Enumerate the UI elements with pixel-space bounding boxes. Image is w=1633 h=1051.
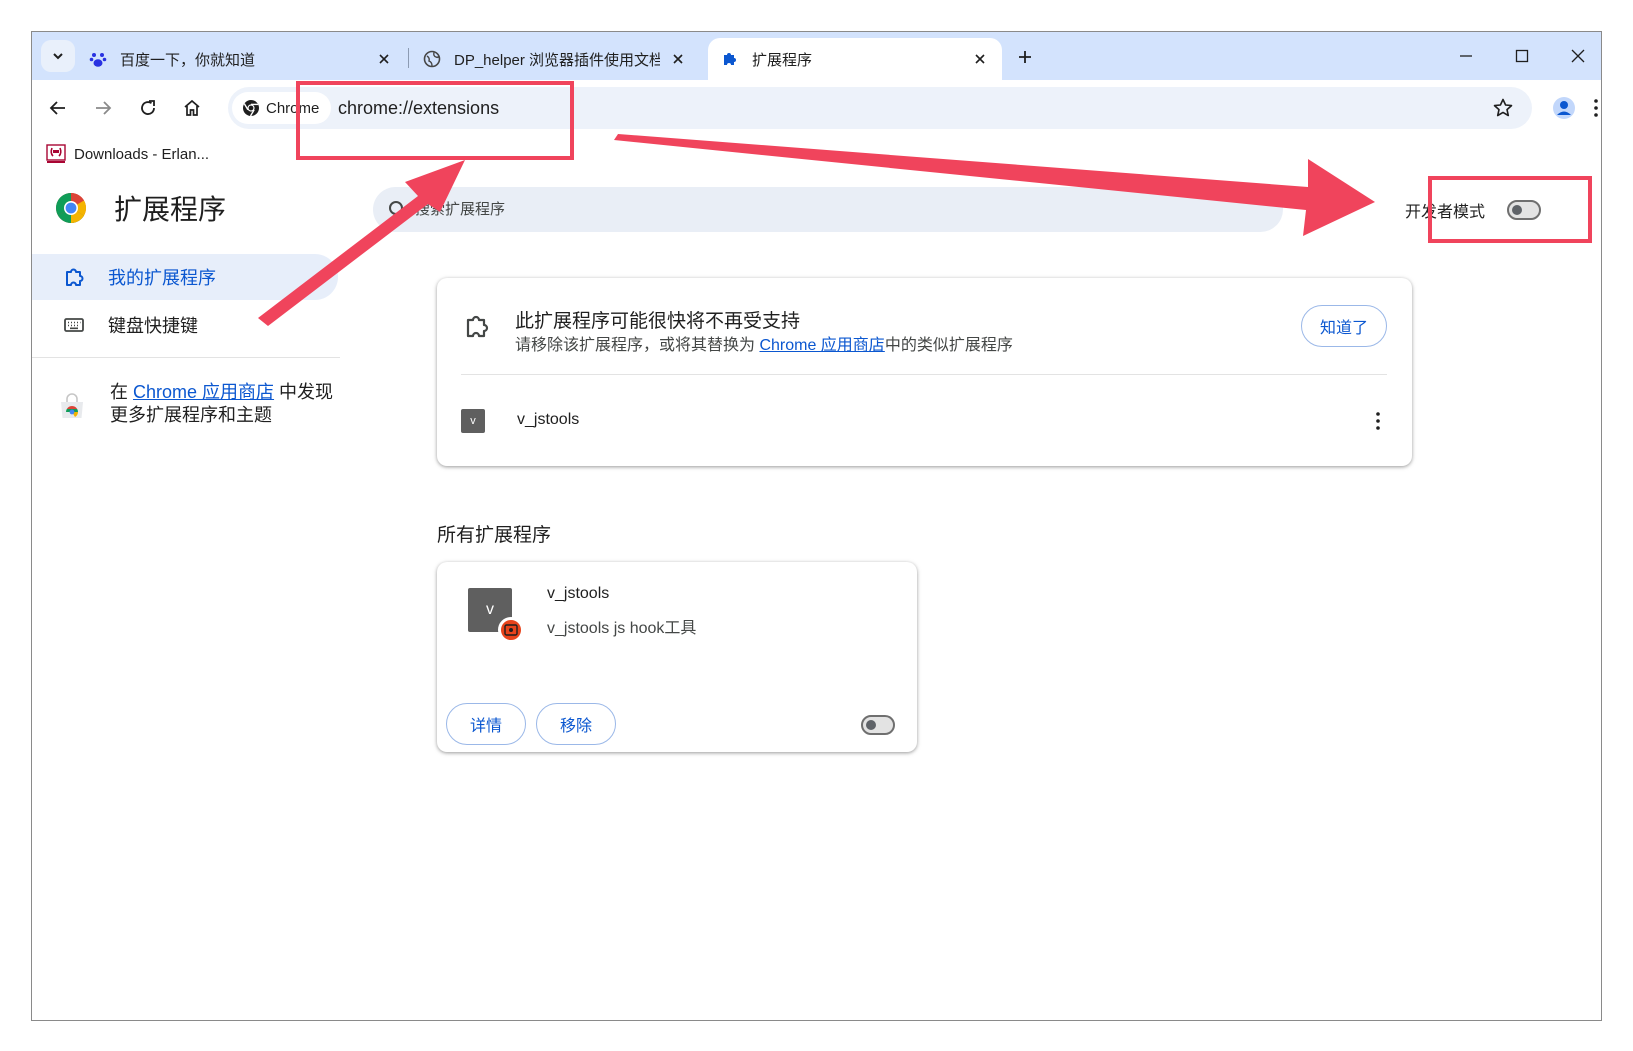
search-box[interactable] xyxy=(373,187,1283,232)
bookmark-item[interactable]: Downloads - Erlan... xyxy=(46,142,209,166)
promo-suffix: 中发现 xyxy=(274,382,334,402)
got-it-button[interactable]: 知道了 xyxy=(1301,305,1387,347)
deprecation-warning-card: 此扩展程序可能很快将不再受支持 请移除该扩展程序，或将其替换为 Chrome 应… xyxy=(437,278,1412,466)
warning-extension-name: v_jstools xyxy=(517,411,580,428)
chip-label: Chrome xyxy=(266,99,320,117)
keyboard-icon xyxy=(62,313,86,337)
warning-sub-prefix: 请移除该扩展程序，或将其替换为 xyxy=(515,337,760,354)
baidu-paw-icon xyxy=(88,49,108,69)
sidebar-item-label: 键盘快捷键 xyxy=(108,316,198,336)
search-input[interactable] xyxy=(415,201,1115,218)
tab-title: 百度一下，你就知道 xyxy=(120,51,256,69)
arrow-right-icon xyxy=(96,101,112,115)
extensions-icon xyxy=(62,265,86,289)
sidebar-item-keyboard-shortcuts[interactable]: 键盘快捷键 xyxy=(32,302,338,348)
tab-title: DP_helper 浏览器插件使用文档 xyxy=(454,51,660,69)
back-button[interactable] xyxy=(41,91,75,125)
chevron-down-icon xyxy=(53,53,63,60)
close-icon[interactable] xyxy=(374,49,394,69)
web-store-link[interactable]: Chrome 应用商店 xyxy=(759,337,884,354)
forward-button[interactable] xyxy=(86,91,120,125)
chrome-logo-icon xyxy=(55,193,87,224)
promo-prefix: 在 xyxy=(110,382,134,402)
remove-button[interactable]: 移除 xyxy=(536,703,616,745)
minimize-icon xyxy=(1460,55,1472,57)
home-button[interactable] xyxy=(175,91,209,125)
page-title: 扩展程序 xyxy=(114,194,227,225)
web-store-icon xyxy=(61,393,83,418)
address-bar[interactable]: Chrome chrome://extensions xyxy=(228,87,1532,129)
profile-button[interactable] xyxy=(1548,92,1580,124)
tab-dp-helper[interactable]: DP_helper 浏览器插件使用文档 xyxy=(410,38,700,80)
tab-baidu[interactable]: 百度一下，你就知道 xyxy=(76,38,406,80)
tab-search-button[interactable] xyxy=(41,40,75,72)
chrome-menu-button[interactable] xyxy=(1589,92,1601,124)
more-vert-icon xyxy=(1594,99,1598,117)
developer-mode-toggle[interactable] xyxy=(1507,200,1542,220)
warning-divider xyxy=(461,374,1387,375)
bookmarks-bar: Downloads - Erlan... xyxy=(32,138,1601,170)
home-icon xyxy=(184,99,200,116)
browser-window: 百度一下，你就知道 DP_helper 浏览器插件使用文档 扩展程序 Chrom… xyxy=(31,31,1602,1021)
reload-icon xyxy=(141,100,155,115)
bookmark-label: Downloads - Erlan... xyxy=(74,145,210,163)
promo-line2: 更多扩展程序和主题 xyxy=(110,405,272,425)
site-info-chip[interactable]: Chrome xyxy=(232,92,332,124)
tab-strip: 百度一下，你就知道 DP_helper 浏览器插件使用文档 扩展程序 xyxy=(32,32,1601,80)
extension-name: v_jstools xyxy=(547,585,610,602)
puzzle-icon xyxy=(720,49,740,69)
all-extensions-heading: 所有扩展程序 xyxy=(437,525,552,546)
arrow-left-icon xyxy=(49,101,65,115)
toolbar: Chrome chrome://extensions xyxy=(32,80,1601,138)
extension-icon: v xyxy=(461,409,485,433)
tab-title: 扩展程序 xyxy=(752,51,813,69)
extension-description: v_jstools js hook工具 xyxy=(547,620,697,637)
developer-mode-control: 开发者模式 xyxy=(1405,198,1542,222)
sidebar-item-my-extensions[interactable]: 我的扩展程序 xyxy=(32,254,338,300)
details-button[interactable]: 详情 xyxy=(446,703,526,745)
warning-title: 此扩展程序可能很快将不再受支持 xyxy=(515,311,801,332)
reload-button[interactable] xyxy=(131,91,165,125)
close-icon xyxy=(1571,49,1585,63)
maximize-icon xyxy=(1515,49,1529,63)
close-icon[interactable] xyxy=(970,49,990,69)
minimize-button[interactable] xyxy=(1446,40,1486,72)
plus-icon xyxy=(1019,51,1031,63)
warning-sub-suffix: 中的类似扩展程序 xyxy=(884,337,1013,354)
search-icon xyxy=(387,199,409,221)
close-icon[interactable] xyxy=(668,49,688,69)
avatar-icon xyxy=(1553,97,1575,119)
chrome-logo-icon xyxy=(242,99,260,117)
new-tab-button[interactable] xyxy=(1012,44,1038,70)
more-vert-icon[interactable] xyxy=(1368,406,1388,436)
sidebar-divider xyxy=(32,357,340,358)
web-store-link[interactable]: Chrome 应用商店 xyxy=(133,382,274,402)
devtools-badge-icon xyxy=(498,617,524,643)
tab-extensions[interactable]: 扩展程序 xyxy=(708,38,1002,80)
developer-mode-label: 开发者模式 xyxy=(1405,204,1486,221)
bookmark-star-icon[interactable] xyxy=(1492,97,1514,119)
sidebar-item-label: 我的扩展程序 xyxy=(108,268,216,288)
erlang-logo-icon xyxy=(46,144,66,163)
maximize-button[interactable] xyxy=(1502,40,1542,72)
warning-subtitle: 请移除该扩展程序，或将其替换为 Chrome 应用商店中的类似扩展程序 xyxy=(515,331,1013,355)
url-text[interactable]: chrome://extensions xyxy=(338,87,499,129)
tab-separator xyxy=(408,48,409,68)
globe-icon xyxy=(422,49,442,69)
extension-card: v v_jstools v_jstools js hook工具 详情 移除 xyxy=(437,562,917,752)
window-close-button[interactable] xyxy=(1558,40,1598,72)
extension-puzzle-icon xyxy=(466,315,489,338)
web-store-promo: 在 Chrome 应用商店 中发现 更多扩展程序和主题 xyxy=(58,381,333,427)
extension-enable-toggle[interactable] xyxy=(861,715,895,735)
